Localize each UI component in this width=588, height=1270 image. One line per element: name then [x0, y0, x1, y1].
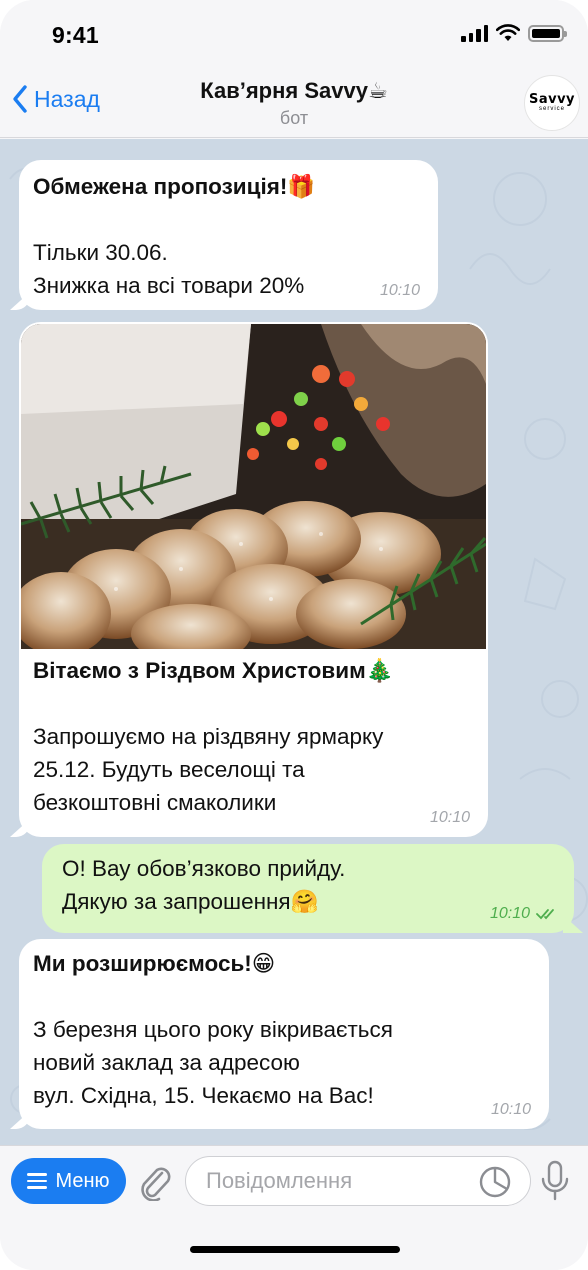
status-time: 9:41 [52, 22, 99, 48]
message-title: Вітаємо з Різдвом Христовим🎄 [33, 658, 394, 683]
chat-header: Назад Кав’ярня Savvy☕ бот Savvy service [0, 72, 588, 138]
status-bar: 9:41 [0, 0, 588, 72]
message-photo[interactable] [21, 324, 486, 649]
chat-subtitle: бот [279, 108, 309, 128]
avatar[interactable]: Savvy service [524, 75, 580, 131]
phone-screen: 9:41 Назад Кав’ярня Savvy☕ бот Savvy ser… [0, 0, 588, 1270]
chat-area[interactable]: Обмежена пропозиція!🎁 Тільки 30.06. Зниж… [0, 139, 588, 1145]
message-title: Обмежена пропозиція!🎁 [33, 174, 316, 199]
home-indicator[interactable] [190, 1246, 400, 1253]
message-line: Тільки 30.06. [33, 240, 168, 265]
message-line: безкоштовні смаколики [33, 790, 277, 815]
message-time: 10:10 [429, 809, 470, 826]
microphone-icon[interactable] [540, 1160, 570, 1202]
sticker-icon[interactable] [478, 1165, 512, 1199]
double-check-icon [536, 909, 554, 920]
paperclip-icon[interactable] [136, 1161, 174, 1201]
hamburger-icon [27, 1173, 48, 1189]
message-line: О! Вау обов’язково прийду. [62, 856, 346, 881]
message-bubble[interactable]: Ми розширюємось!😁 З березня цього року в… [19, 939, 549, 1129]
message-line: вул. Східна, 15. Чекаємо на Вас! [33, 1083, 374, 1108]
wifi-icon [496, 24, 520, 41]
message-line: З березня цього року вікривається [33, 1017, 393, 1042]
status-icons [461, 24, 567, 42]
avatar-logo-subtext: service [538, 105, 565, 112]
message-time: 10:10 [379, 282, 420, 299]
message-time: 10:10 [489, 905, 530, 922]
message-title: Ми розширюємось!😁 [33, 951, 276, 976]
chat-title[interactable]: Кав’ярня Savvy☕ [0, 78, 588, 104]
home-indicator-area [0, 1215, 588, 1270]
message-line: Дякую за запрошення🤗 [62, 889, 319, 914]
avatar-logo-text: Savvy [528, 91, 576, 107]
menu-label: Меню [55, 1169, 110, 1192]
message-line: Запрошуємо на різдвяну ярмарку [33, 724, 384, 749]
message-bubble[interactable]: Обмежена пропозиція!🎁 Тільки 30.06. Зниж… [19, 160, 438, 310]
message-time: 10:10 [490, 1101, 531, 1118]
cellular-signal-icon [461, 24, 488, 42]
message-line: 25.12. Будуть веселощі та [33, 757, 305, 782]
message-bubble-outgoing[interactable]: О! Вау обов’язково прийду. Дякую за запр… [42, 844, 574, 933]
message-bubble[interactable]: Вітаємо з Різдвом Христовим🎄 Запрошуємо … [19, 322, 488, 837]
message-text: Вітаємо з Різдвом Христовим🎄 Запрошуємо … [33, 654, 474, 819]
message-line: Знижка на всі товари 20% [33, 273, 305, 298]
battery-icon [528, 24, 567, 42]
christmas-pastry-image [21, 324, 486, 649]
bot-menu-button[interactable]: Меню [11, 1158, 126, 1204]
message-line: новий заклад за адресою [33, 1050, 300, 1075]
input-bar: Меню [0, 1145, 588, 1215]
